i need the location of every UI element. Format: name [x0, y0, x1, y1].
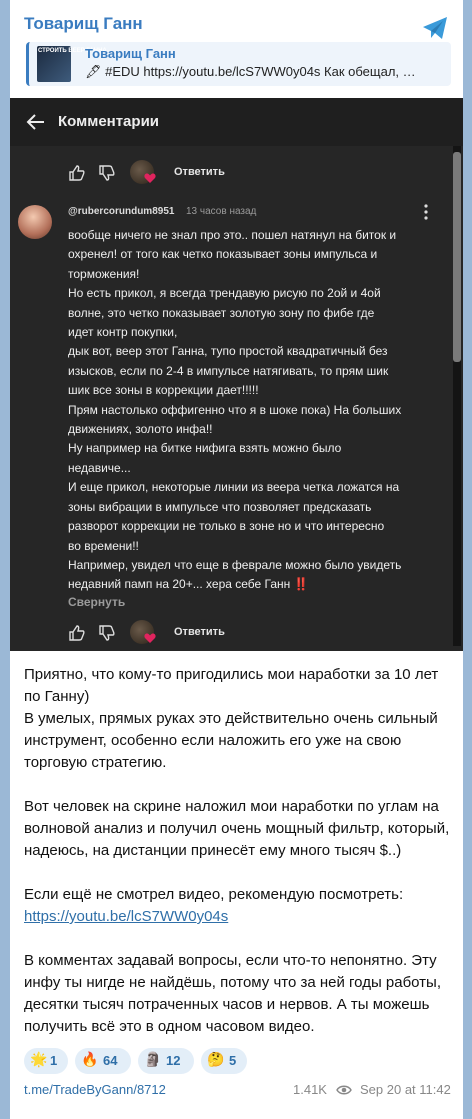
- comment-line: изысков, если по 2-4 в импульсе натягива…: [68, 363, 389, 378]
- channel-name[interactable]: Товарищ Ганн: [24, 14, 143, 34]
- heart-icon: [144, 173, 156, 183]
- comment-time: 13 часов назад: [186, 206, 257, 217]
- reaction-count: 64: [103, 1053, 118, 1068]
- comment-line: Например, увидел что еще в феврале можно…: [68, 557, 402, 572]
- more-menu-icon: [424, 204, 428, 220]
- post-link[interactable]: t.me/TradeByGann/8712: [24, 1082, 166, 1097]
- comment-line: шик все зоны в коррекции дает!!!!!: [68, 383, 259, 398]
- back-arrow-icon: [26, 114, 44, 130]
- comment-line: Прям настолько оффигенно что я в шоке по…: [68, 402, 402, 417]
- view-count: 1.41K: [293, 1082, 327, 1097]
- comment-line: разворот коррекции не только в зоне но и…: [68, 519, 385, 534]
- moai-icon: 🗿: [144, 1052, 162, 1068]
- comment-line: И еще прикол, некоторые линии из веера ч…: [68, 480, 400, 495]
- thumbs-down-icon: [99, 165, 115, 181]
- reaction-moai[interactable]: 🗿 12: [138, 1048, 194, 1074]
- message-paragraph: В комментах задавай вопросы, если что-то…: [24, 952, 441, 1035]
- comment-screenshot[interactable]: Комментарии Ответить @rubercorundum8951 …: [10, 98, 463, 651]
- screenshot-scrollbar: [453, 146, 461, 646]
- screenshot-title: Комментарии: [58, 113, 160, 130]
- reactions-bar: 🌟 1 🔥 64 🗿 12 🤔 5: [24, 1048, 454, 1074]
- heart-icon: [144, 633, 156, 643]
- reply-text: 🖋 #EDU https://youtu.be/lcS7WW0y04s Как …: [85, 64, 416, 79]
- comment-line: торможения!: [68, 266, 140, 281]
- telegram-icon[interactable]: [421, 14, 449, 42]
- scrollbar-thumb: [453, 152, 461, 362]
- reaction-thinking[interactable]: 🤔 5: [201, 1048, 247, 1074]
- comment-actions-bottom: Ответить: [68, 620, 268, 648]
- comment-line: движениях, золото инфа!!: [68, 422, 213, 437]
- comment-line: недавиче...: [68, 460, 131, 475]
- comment-line: недавний памп на 20+... хера себе Ганн ‼…: [68, 577, 309, 592]
- reply-preview[interactable]: СТРОИТЬ ВЕЕР ГАННА Товарищ Ганн 🖋 #EDU h…: [26, 42, 451, 86]
- comment-line: вообще ничего не знал про это.. пошел на…: [68, 228, 397, 242]
- reaction-star-struck[interactable]: 🌟 1: [24, 1048, 68, 1074]
- star-struck-icon: 🌟: [30, 1052, 48, 1068]
- message-paragraph: Приятно, что кому-то пригодились мои нар…: [24, 666, 439, 771]
- comment-actions-top: Ответить: [68, 160, 268, 188]
- video-recommendation: Если ещё не смотрел видео, рекомендую по…: [24, 886, 404, 903]
- reply-author: Товарищ Ганн: [85, 46, 176, 61]
- reply-button: Ответить: [174, 166, 225, 178]
- reaction-count: 5: [229, 1053, 237, 1068]
- reaction-fire[interactable]: 🔥 64: [75, 1048, 131, 1074]
- comment-author: @rubercorundum8951: [68, 206, 175, 217]
- message-paragraph: Если ещё не смотрел видео, рекомендую по…: [24, 884, 454, 928]
- thumbs-up-icon: [69, 165, 85, 181]
- message-text: Приятно, что кому-то пригодились мои нар…: [24, 664, 454, 1038]
- message-card: Товарищ Ганн СТРОИТЬ ВЕЕР ГАННА Товарищ …: [10, 0, 463, 1119]
- comment-line: зоны вибрации в импульсе что позволяет п…: [68, 499, 372, 514]
- reply-button: Ответить: [174, 626, 225, 638]
- thinking-face-icon: 🤔: [207, 1052, 225, 1068]
- comment-body: вообще ничего не знал про это.. пошел на…: [68, 226, 448, 595]
- post-time: Sep 20 at 11:42: [360, 1082, 451, 1097]
- comment-line: во времени!!: [68, 538, 139, 553]
- comment-line: идет контр покупки,: [68, 325, 178, 340]
- fire-icon: 🔥: [81, 1052, 99, 1068]
- comment-line: Но есть прикол, я всегда трендавую рисую…: [68, 286, 381, 301]
- reply-thumbnail: СТРОИТЬ ВЕЕР ГАННА: [37, 46, 107, 82]
- video-link[interactable]: https://youtu.be/lcS7WW0y04s: [24, 908, 228, 925]
- eye-icon: [336, 1085, 352, 1095]
- comment-line: Ну например на битке нифига взять можно …: [68, 441, 342, 456]
- collapse-button: Свернуть: [68, 595, 126, 609]
- comment-line: дык вот, веер этот Ганна, тупо простой к…: [68, 344, 388, 359]
- thumbs-down-icon: [99, 625, 115, 641]
- thumbs-up-icon: [69, 625, 85, 641]
- screenshot-topbar: Комментарии: [10, 98, 463, 146]
- reaction-count: 12: [166, 1053, 181, 1068]
- reaction-count: 1: [50, 1053, 58, 1068]
- commenter-avatar: [18, 205, 52, 239]
- comment-line: охренел! от того как четко показывает зо…: [68, 247, 378, 262]
- message-paragraph: Вот человек на скрине наложил мои нарабо…: [24, 798, 450, 859]
- comment-line: волне, это четко показывает золотую зону…: [68, 305, 375, 320]
